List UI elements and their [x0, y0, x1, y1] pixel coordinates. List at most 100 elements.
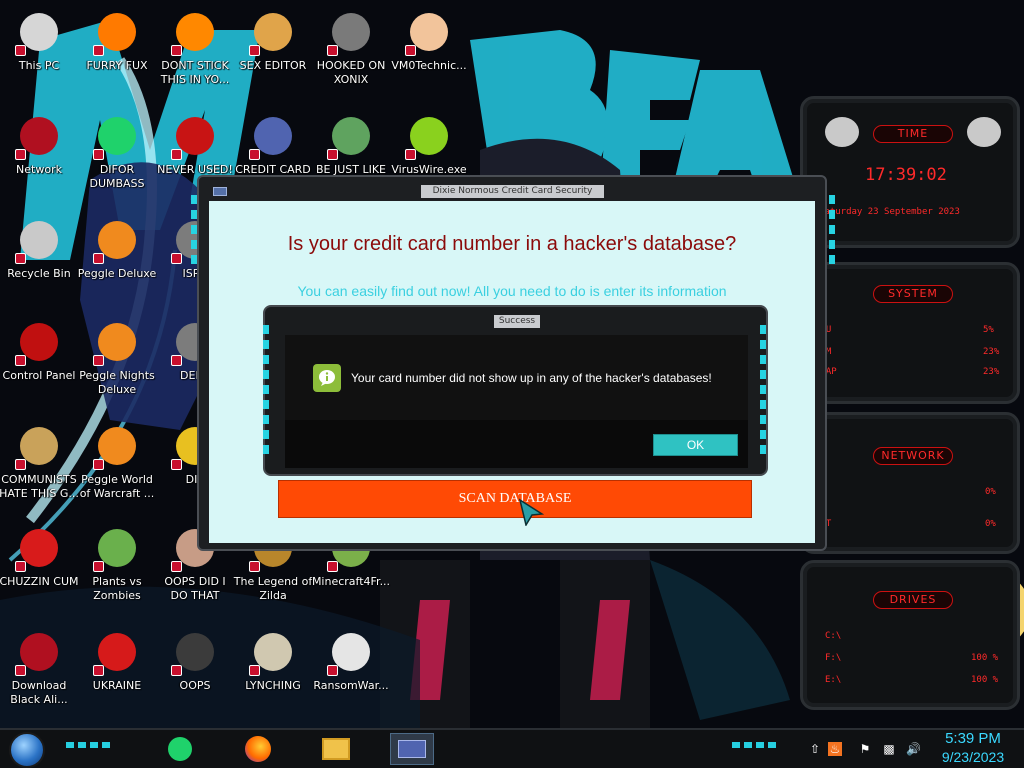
dialog-footer: OK: [285, 420, 748, 468]
control-panel-icon: [15, 318, 63, 366]
start-button[interactable]: [9, 732, 45, 768]
scan-database-button[interactable]: SCAN DATABASE: [278, 480, 752, 518]
money-bag-icon: [15, 422, 63, 470]
desktop-icon-label: Minecraft4Fr...: [311, 575, 391, 588]
hxd-editor-icon: [249, 8, 297, 56]
desktop-icon[interactable]: SEX EDITOR: [234, 4, 312, 100]
desktop-icon-label: Download Black Ali...: [10, 679, 68, 706]
java-icon[interactable]: ♨: [828, 742, 842, 756]
desktop-icon[interactable]: Network: [0, 108, 78, 204]
desktop-icon-label: FURRY FUX: [86, 59, 148, 72]
taskbar-app-chat[interactable]: [158, 733, 202, 765]
drive-row-label: C:\: [825, 631, 842, 641]
shortcut-arrow-icon: [93, 355, 104, 366]
mouse-cursor-icon: [518, 498, 544, 526]
rope-icon: [249, 628, 297, 676]
gadget-system[interactable]: SYSTEM CPU 5% RAM 23% SWAP 23%: [800, 262, 1020, 404]
shortcut-arrow-icon: [171, 355, 182, 366]
shortcut-arrow-icon: [249, 561, 260, 572]
desktop-icon-label: LYNCHING: [245, 679, 301, 692]
shortcut-arrow-icon: [249, 149, 260, 160]
clock-date[interactable]: 9/23/2023: [933, 749, 1013, 765]
show-hidden-icons-chevron[interactable]: ⇧: [808, 742, 822, 756]
shortcut-arrow-icon: [93, 253, 104, 264]
shortcut-arrow-icon: [171, 45, 182, 56]
shortcut-arrow-icon: [15, 355, 26, 366]
dialog-body: Your card number did not show up in any …: [285, 335, 748, 420]
desktop-icon[interactable]: DONT STICK THIS IN YO...: [156, 4, 234, 100]
desktop-icon-label: VM0Technic...: [391, 59, 467, 72]
alien-logo-icon: [967, 117, 1001, 147]
desktop-icon-label: HOOKED ON XONIX: [316, 59, 386, 86]
desktop-icon[interactable]: This PC: [0, 4, 78, 100]
desktop-icon-label: SEX EDITOR: [239, 59, 307, 72]
desktop-icon[interactable]: Download Black Ali...: [0, 624, 78, 720]
desktop-icon-label: COMMUNISTS HATE THIS G...: [0, 473, 79, 500]
gadget-drives[interactable]: DRIVES C:\ F:\ 100 % E:\ 100 %: [800, 560, 1020, 710]
doctor-icon: [405, 8, 453, 56]
lime-icon: [405, 112, 453, 160]
system-row-value: 23%: [983, 347, 1000, 357]
taskbar: ⇧ ♨ ⚑ ▩ 🔊 5:39 PM 9/23/2023: [0, 728, 1024, 768]
drive-row-label: E:\: [825, 675, 842, 685]
shortcut-arrow-icon: [327, 665, 338, 676]
window-led-strip: [829, 195, 835, 270]
volume-icon[interactable]: 🔊: [906, 742, 921, 756]
folder-icon: [322, 738, 350, 760]
system-row-value: 5%: [983, 325, 994, 335]
green-chat-icon: [168, 737, 192, 761]
gadget-title: DRIVES: [873, 591, 953, 609]
firefox-icon: [93, 8, 141, 56]
shortcut-arrow-icon: [93, 459, 104, 470]
desktop-icon[interactable]: UKRAINE: [78, 624, 156, 720]
taskbar-app-firefox[interactable]: [236, 733, 280, 765]
gadget-title: NETWORK: [873, 447, 953, 465]
desktop-icon[interactable]: FURRY FUX: [78, 4, 156, 100]
ok-button[interactable]: OK: [653, 434, 738, 456]
desktop-icon[interactable]: Recycle Bin: [0, 212, 78, 308]
gadget-title: TIME: [873, 125, 953, 143]
desktop-icon[interactable]: LYNCHING: [234, 624, 312, 720]
taskbar-app-credit-card[interactable]: [390, 733, 434, 765]
desktop-icon-label: Control Panel: [2, 369, 76, 382]
success-dialog[interactable]: Success Your card number did not show up…: [263, 305, 768, 476]
desktop-icon[interactable]: VM0Technic...: [390, 4, 468, 100]
desktop-icon[interactable]: DIFOR DUMBASS: [78, 108, 156, 204]
gadget-network[interactable]: NETWORK IN 0% OUT 0%: [800, 412, 1020, 554]
shortcut-arrow-icon: [405, 149, 416, 160]
window-titlebar[interactable]: Dixie Normous Credit Card Security: [199, 177, 825, 199]
shortcut-arrow-icon: [171, 253, 182, 264]
taskbar-led-strip: [66, 742, 110, 748]
computer-icon: [15, 8, 63, 56]
shortcut-arrow-icon: [15, 561, 26, 572]
network-icon[interactable]: ▩: [882, 742, 896, 756]
green-chat-icon: [93, 112, 141, 160]
desktop-icon[interactable]: COMMUNISTS HATE THIS G...: [0, 418, 79, 514]
taskbar-app-file-explorer[interactable]: [314, 733, 358, 765]
desktop-icon-label: Plants vs Zombies: [92, 575, 142, 602]
shortcut-arrow-icon: [15, 665, 26, 676]
gadget-clock: 17:39:02: [865, 165, 947, 185]
desktop-icon[interactable]: CHUZZIN CUM: [0, 520, 79, 616]
firefox-icon: [245, 736, 271, 762]
dev-cpp-icon: [171, 112, 219, 160]
desktop-icon[interactable]: RansomWar...: [312, 624, 390, 720]
desktop-icon-label: Peggle Deluxe: [77, 267, 157, 280]
desktop-icon[interactable]: Peggle World of Warcraft ...: [78, 418, 156, 514]
desktop-icon[interactable]: HOOKED ON XONIX: [312, 4, 390, 100]
desktop-icon[interactable]: Plants vs Zombies: [78, 520, 156, 616]
desktop-icon-label: The Legend of Zilda: [233, 575, 313, 602]
shortcut-arrow-icon: [15, 459, 26, 470]
desktop-icon[interactable]: OOPS: [156, 624, 234, 720]
gadget-title: SYSTEM: [873, 285, 953, 303]
shortcut-arrow-icon: [93, 665, 104, 676]
desktop-icon[interactable]: Peggle Nights Deluxe: [78, 314, 156, 410]
action-center-flag-icon[interactable]: ⚑: [858, 742, 872, 756]
desktop-icon[interactable]: Peggle Deluxe: [78, 212, 156, 308]
recycle-bin-icon: [15, 216, 63, 264]
clock-time[interactable]: 5:39 PM: [940, 730, 1006, 747]
plants-vs-zombies-icon: [93, 524, 141, 572]
drive-row-value: 100 %: [971, 675, 999, 685]
shortcut-arrow-icon: [171, 459, 182, 470]
desktop-icon[interactable]: Control Panel: [0, 314, 78, 410]
